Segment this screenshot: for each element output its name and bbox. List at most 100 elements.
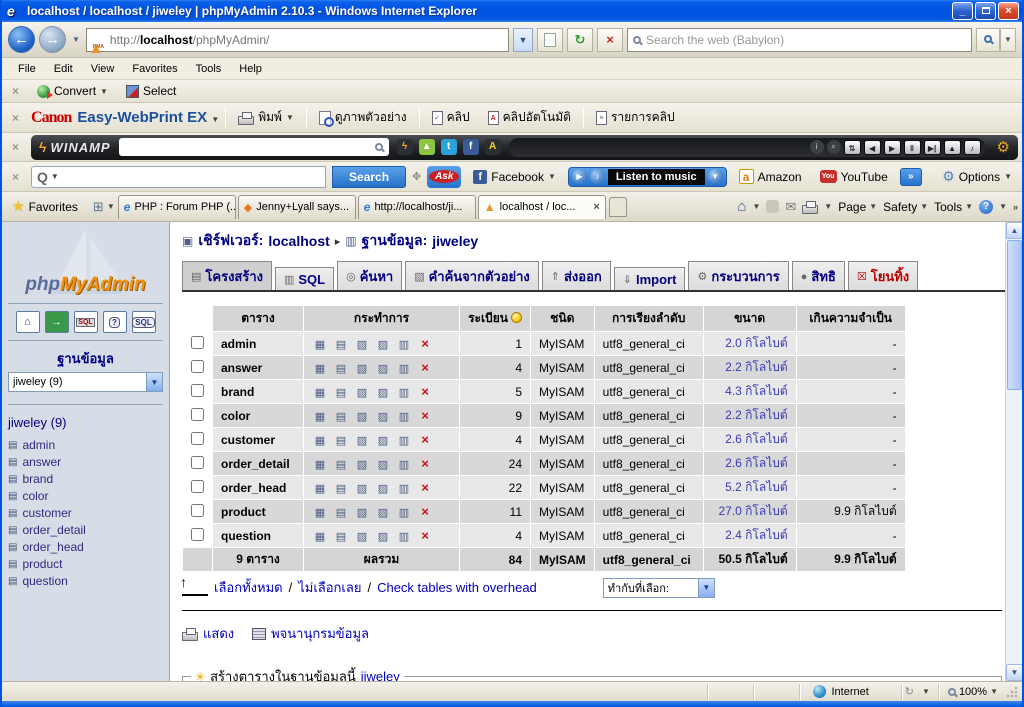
tab-ค้นหา[interactable]: ◎ ค้นหา bbox=[337, 261, 403, 290]
col-table[interactable]: ตาราง bbox=[213, 306, 303, 331]
drop-icon[interactable]: × bbox=[417, 504, 433, 519]
drop-icon[interactable]: × bbox=[417, 456, 433, 471]
safety-menu[interactable]: Safety ▼ bbox=[883, 200, 928, 214]
table-name[interactable]: brand bbox=[213, 380, 303, 403]
sidebar-table-link[interactable]: admin bbox=[22, 438, 55, 452]
tab-SQL[interactable]: ▥ SQL bbox=[274, 267, 335, 290]
sidebar-table-link[interactable]: order_head bbox=[22, 540, 83, 554]
check-overhead-link[interactable]: Check tables with overhead bbox=[377, 580, 537, 595]
col-collation[interactable]: การเรียงลำดับ bbox=[594, 306, 703, 331]
structure-icon[interactable]: ▤ bbox=[333, 530, 349, 543]
previous-button[interactable]: ◀ bbox=[863, 139, 881, 155]
table-name[interactable]: order_detail bbox=[213, 452, 303, 475]
table-name[interactable]: order_head bbox=[213, 476, 303, 499]
browse-icon[interactable]: ▦ bbox=[312, 482, 328, 495]
home-icon[interactable]: ⌂ bbox=[737, 198, 746, 215]
menu-view[interactable]: View bbox=[83, 60, 123, 78]
amazon-button[interactable]: a Amazon bbox=[733, 167, 808, 186]
updown-button[interactable]: ⇅ bbox=[843, 139, 861, 155]
tab-โครงสร้าง[interactable]: ▤ โครงสร้าง bbox=[182, 261, 272, 290]
browser-tab[interactable]: e PHP : Forum PHP (... bbox=[117, 194, 236, 219]
search-icon[interactable]: ▧ bbox=[354, 458, 370, 471]
row-checkbox[interactable] bbox=[191, 479, 204, 493]
play-icon[interactable]: ▶ bbox=[571, 169, 587, 184]
print-preview-button[interactable]: ดูภาพตัวอย่าง bbox=[313, 106, 413, 129]
auto-clip-button[interactable]: A คลิปอัตโนมัติ bbox=[482, 106, 577, 129]
browse-icon[interactable]: ▦ bbox=[312, 506, 328, 519]
sidebar-table-link[interactable]: color bbox=[22, 489, 48, 503]
with-selected-select[interactable]: ทำกับที่เลือก: ▼ bbox=[602, 577, 715, 598]
browse-icon[interactable]: ▦ bbox=[312, 530, 328, 543]
drop-icon[interactable]: × bbox=[417, 432, 433, 447]
sidebar-table-item[interactable]: ▤ color bbox=[8, 489, 163, 503]
search-icon[interactable]: ▧ bbox=[354, 410, 370, 423]
easy-webprint-menu[interactable]: Easy-WebPrint EX ▼ bbox=[77, 109, 219, 126]
col-type[interactable]: ชนิด bbox=[531, 306, 594, 331]
clip-list-button[interactable]: ≡ รายการคลิป bbox=[590, 106, 681, 129]
drag-handle[interactable]: ✥ bbox=[412, 170, 421, 183]
eject-button[interactable]: ▲ bbox=[943, 139, 961, 155]
ask-search-box[interactable]: Q ▼ bbox=[31, 165, 327, 188]
check-all-link[interactable]: เลือกทั้งหมด bbox=[214, 577, 283, 598]
youtube-button[interactable]: You YouTube bbox=[814, 168, 894, 186]
search-icon[interactable]: ▧ bbox=[354, 434, 370, 447]
insert-icon[interactable]: ▨ bbox=[375, 386, 391, 399]
favorites-button[interactable]: ★ Favorites bbox=[6, 196, 90, 217]
toolbar-close-button[interactable]: × bbox=[6, 111, 25, 125]
drop-icon[interactable]: × bbox=[417, 360, 433, 375]
row-checkbox[interactable] bbox=[191, 335, 204, 349]
restore-button[interactable] bbox=[975, 2, 996, 20]
sidebar-table-link[interactable]: product bbox=[22, 557, 62, 571]
browse-icon[interactable]: ▦ bbox=[312, 386, 328, 399]
volume-icon[interactable]: ♪ bbox=[589, 169, 605, 184]
empty-icon[interactable]: ▥ bbox=[396, 434, 412, 447]
table-name[interactable]: color bbox=[213, 404, 303, 427]
convert-button[interactable]: Convert ▼ bbox=[31, 82, 114, 100]
structure-icon[interactable]: ▤ bbox=[333, 434, 349, 447]
empty-icon[interactable]: ▥ bbox=[396, 458, 412, 471]
sidebar-table-link[interactable]: customer bbox=[22, 506, 71, 520]
volume-button[interactable]: ♪ bbox=[963, 139, 981, 155]
facebook-icon[interactable]: f bbox=[462, 139, 479, 155]
structure-icon[interactable]: ▤ bbox=[333, 458, 349, 471]
empty-icon[interactable]: ▥ bbox=[396, 410, 412, 423]
table-name[interactable]: answer bbox=[213, 356, 303, 379]
print-button[interactable]: พิมพ์ ▼ bbox=[232, 106, 300, 129]
search-icon[interactable]: ▧ bbox=[354, 530, 370, 543]
next-button[interactable]: ▶| bbox=[923, 139, 941, 155]
col-size[interactable]: ขนาด bbox=[703, 306, 796, 331]
browse-icon[interactable]: ▦ bbox=[312, 458, 328, 471]
search-go-button[interactable] bbox=[976, 27, 1000, 52]
menu-favorites[interactable]: Favorites bbox=[124, 60, 185, 78]
browser-tab[interactable]: ◆ Jenny+Lyall says... bbox=[237, 194, 356, 219]
insert-icon[interactable]: ▨ bbox=[375, 530, 391, 543]
play-button[interactable]: ▶ bbox=[883, 139, 901, 155]
insert-icon[interactable]: ▨ bbox=[375, 458, 391, 471]
sidebar-table-item[interactable]: ▤ customer bbox=[8, 506, 163, 520]
data-dictionary-link[interactable]: พจนานุกรมข้อมูล bbox=[252, 623, 369, 644]
protected-mode-icon[interactable]: ↻ bbox=[905, 685, 914, 698]
sidebar-table-link[interactable]: brand bbox=[22, 472, 53, 486]
drop-icon[interactable]: × bbox=[417, 528, 433, 543]
feed-icon[interactable] bbox=[766, 200, 780, 213]
facebook-button[interactable]: f Facebook ▼ bbox=[467, 168, 562, 186]
search-icon[interactable]: ⌕ bbox=[826, 140, 841, 154]
search-icon[interactable]: ▧ bbox=[354, 338, 370, 351]
browse-icon[interactable]: ▦ bbox=[312, 338, 328, 351]
empty-icon[interactable]: ▥ bbox=[396, 362, 412, 375]
tab-Import[interactable]: ⇓ Import bbox=[613, 267, 686, 290]
empty-icon[interactable]: ▥ bbox=[396, 506, 412, 519]
minimize-button[interactable]: _ bbox=[952, 2, 973, 20]
row-checkbox[interactable] bbox=[191, 383, 204, 397]
search-icon[interactable]: ▧ bbox=[354, 482, 370, 495]
tab-ส่งออก[interactable]: ⇑ ส่งออก bbox=[541, 261, 611, 290]
scroll-up-button[interactable]: ▲ bbox=[1006, 222, 1022, 239]
zoom-control[interactable]: 100% ▼ bbox=[947, 686, 998, 698]
zoom-dropdown[interactable]: ▼ bbox=[990, 687, 998, 696]
insert-icon[interactable]: ▨ bbox=[375, 362, 391, 375]
structure-icon[interactable]: ▤ bbox=[333, 338, 349, 351]
refresh-button[interactable]: ↻ bbox=[567, 27, 593, 52]
breadcrumb-server-link[interactable]: localhost bbox=[268, 233, 329, 249]
table-name[interactable]: question bbox=[213, 524, 303, 547]
printer-icon[interactable] bbox=[802, 200, 819, 214]
